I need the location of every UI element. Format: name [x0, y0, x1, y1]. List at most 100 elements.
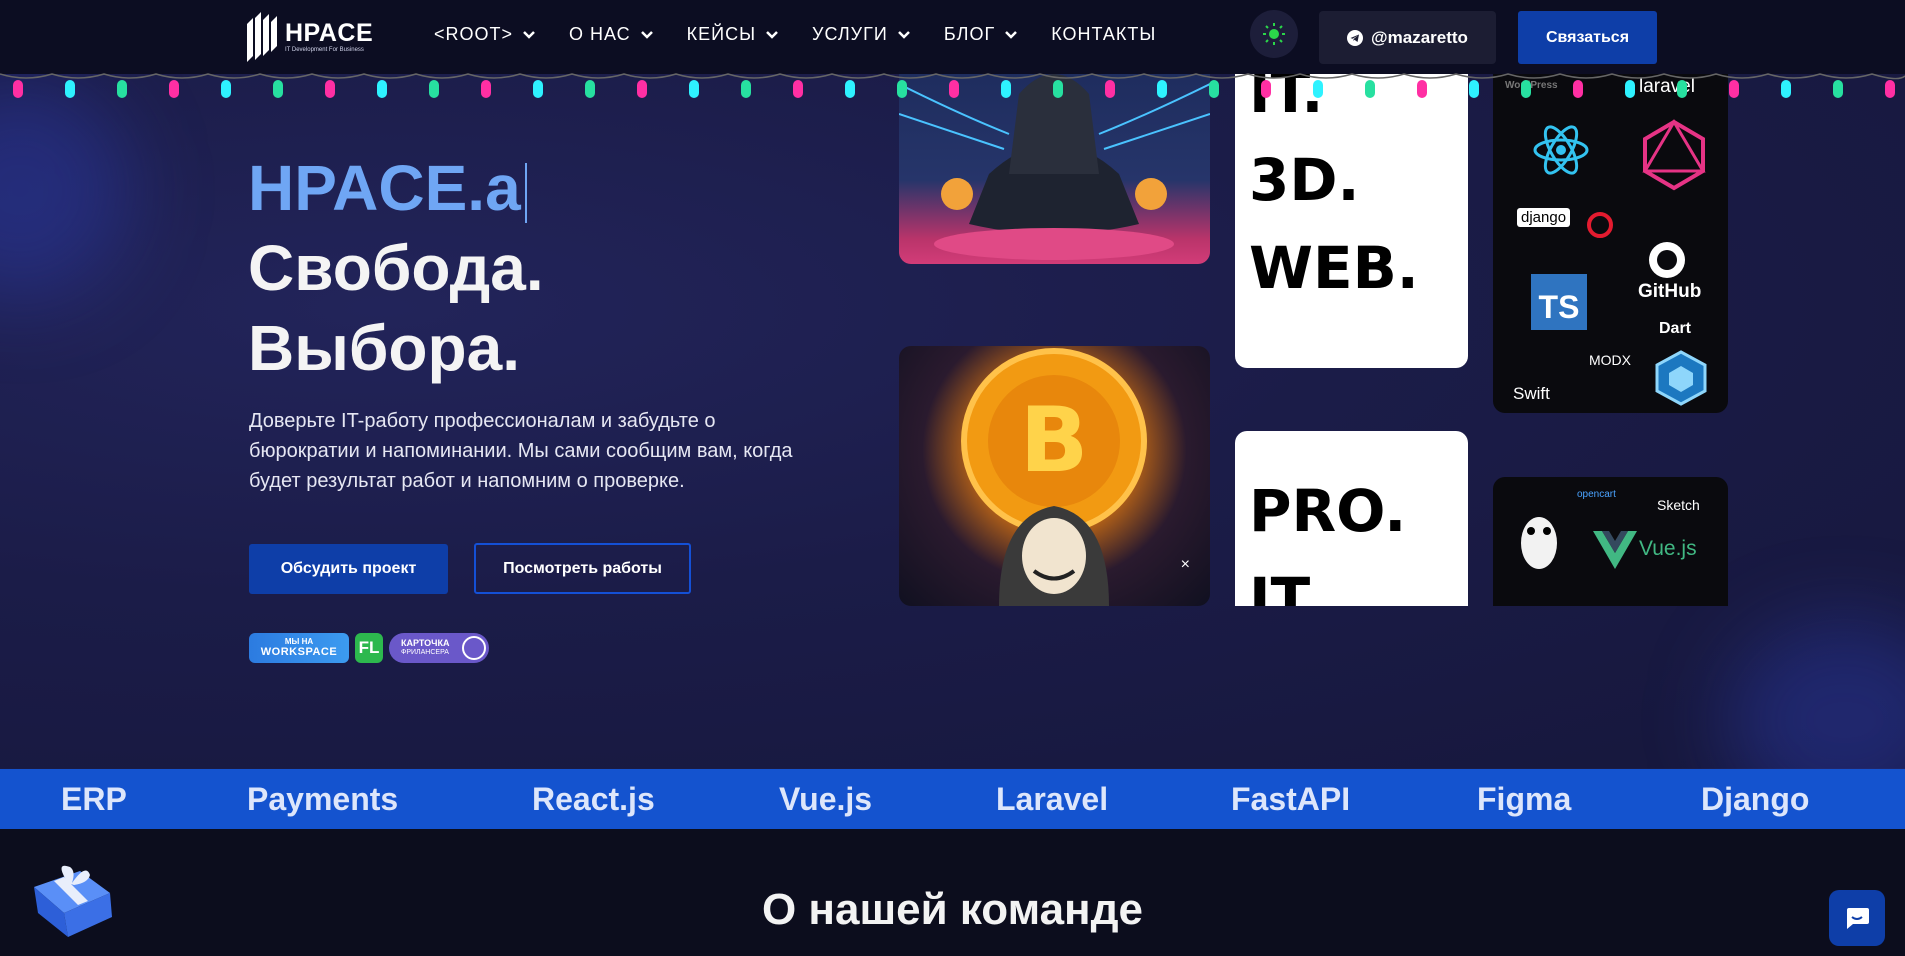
dart-logo: Dart [1659, 320, 1692, 337]
ticker-item: ERP [61, 781, 127, 817]
ticker-item: Vue.js [779, 781, 873, 817]
garland-bulb [325, 80, 335, 98]
garland-bulb [1209, 80, 1219, 98]
nav-item-label: КЕЙСЫ [686, 24, 757, 44]
svg-text:B: B [1020, 388, 1089, 493]
tech-stack-tile-2: opencart Sketch Vue.js [1493, 477, 1728, 606]
graphql-icon [1642, 119, 1706, 191]
garland-bulb [897, 80, 907, 98]
garland-bulb [533, 80, 543, 98]
garland-bulb [1157, 80, 1167, 98]
freelancer-card-badge[interactable]: КАРТОЧКА ФРИЛАНСЕРА [389, 633, 489, 663]
hero-description: Доверьте IT-работу профессионалам и забу… [249, 410, 793, 492]
debian-icon [1587, 212, 1613, 238]
close-icon[interactable]: × [1181, 556, 1190, 574]
hero-title: HPACE.a Свобода. Выбора. [248, 148, 544, 388]
swift-logo: Swift [1513, 384, 1550, 403]
garland-bulb [1833, 80, 1843, 98]
nav-item-blog[interactable]: БЛОГ [943, 24, 1018, 45]
logo[interactable]: HPACE IT Development For Business [245, 10, 373, 62]
garland-bulb [689, 80, 699, 98]
nav-item-label: БЛОГ [943, 24, 996, 44]
garland-bulb [1573, 80, 1583, 98]
platform-badges: МЫ НА WORKSPACE FL КАРТОЧКА ФРИЛАНСЕРА [249, 633, 489, 663]
garland-bulb [585, 80, 595, 98]
telegram-icon [1347, 29, 1364, 46]
check-circle-icon [462, 636, 486, 660]
garland-bulb [1469, 80, 1479, 98]
garland-bulb [1781, 80, 1791, 98]
tech-stack-tile: WordPress laravel django GitHub TS Dart … [1493, 74, 1728, 413]
hero-typed-text: HPACE.a [248, 148, 544, 228]
garland-bulb [221, 80, 231, 98]
garland-bulb [1677, 80, 1687, 98]
ticker-item: Figma [1477, 781, 1572, 817]
logo-mark-icon [247, 12, 277, 62]
workspace-badge-main: WORKSPACE [260, 646, 338, 658]
fl-badge[interactable]: FL [355, 633, 383, 663]
pro-it-tile: PRO. IT. [1235, 431, 1468, 606]
garland-bulb [793, 80, 803, 98]
technology-ticker: ERP Payments React.js Vue.js Laravel Fas… [0, 769, 1905, 829]
workspace-badge[interactable]: МЫ НА WORKSPACE [249, 633, 349, 663]
telegram-button[interactable]: @mazaretto [1319, 11, 1496, 64]
garland-bulb [1105, 80, 1115, 98]
garland-bulb [1365, 80, 1375, 98]
chevron-down-icon [897, 30, 910, 39]
site-header: HPACE IT Development For Business <ROOT>… [0, 0, 1905, 74]
gift-icon[interactable] [24, 853, 116, 939]
garland-bulb [1417, 80, 1427, 98]
about-section: О нашей команде [0, 829, 1905, 956]
discuss-project-button[interactable]: Обсудить проект [249, 544, 448, 594]
chevron-down-icon [640, 30, 653, 39]
hero-gallery: B × IT. 3D. WEB. PRO. IT. WordPress lara… [898, 74, 1728, 606]
garland-bulb [1625, 80, 1635, 98]
garland-bulb [377, 80, 387, 98]
nav-item-root[interactable]: <ROOT> [434, 24, 535, 45]
nav-item-contacts[interactable]: КОНТАКТЫ [1051, 24, 1156, 45]
contact-button[interactable]: Связаться [1518, 11, 1657, 64]
garland-bulb [637, 80, 647, 98]
theme-toggle-button[interactable] [1250, 10, 1298, 58]
it-3d-web-tile: IT. 3D. WEB. [1235, 74, 1468, 368]
sun-icon [1263, 23, 1285, 45]
garland-bulb [1885, 80, 1895, 98]
workspace-badge-top: МЫ НА [284, 637, 314, 646]
nav-item-label: О НАС [569, 24, 631, 44]
ticker-item: Django [1701, 781, 1810, 817]
view-works-button[interactable]: Посмотреть работы [474, 543, 691, 594]
nav-item-cases[interactable]: КЕЙСЫ [687, 24, 778, 45]
nav-item-services[interactable]: УСЛУГИ [812, 24, 910, 45]
opencart-logo: opencart [1577, 489, 1616, 500]
chevron-down-icon [523, 30, 535, 39]
telegram-label: @mazaretto [1371, 27, 1468, 47]
react-icon [1533, 125, 1589, 175]
ticker-item: React.js [532, 781, 655, 817]
chat-button[interactable] [1829, 890, 1885, 946]
garland-bulb [1313, 80, 1323, 98]
garland-bulb [481, 80, 491, 98]
chevron-down-icon [1005, 30, 1018, 39]
garland-bulb [169, 80, 179, 98]
logo-name: HPACE [285, 19, 374, 47]
typescript-logo: TS [1531, 274, 1587, 330]
nav-item-about[interactable]: О НАС [569, 24, 653, 45]
main-nav: <ROOT> О НАС КЕЙСЫ УСЛУГИ БЛОГ КОНТАКТЫ [434, 24, 1190, 45]
garland-bulb [13, 80, 23, 98]
nav-item-label: КОНТАКТЫ [1051, 24, 1157, 44]
garland-bulb [117, 80, 127, 98]
ticker-item: Payments [247, 781, 399, 817]
chevron-down-icon [766, 30, 778, 39]
garland-bulb [845, 80, 855, 98]
nav-item-label: <ROOT> [434, 24, 514, 44]
tile-text-line: PRO. [1249, 477, 1407, 545]
hero-line-3: Выбора. [248, 312, 520, 384]
garland-lights [0, 73, 1905, 98]
about-title: О нашей команде [761, 885, 1144, 934]
tile-text-line: IT. [1249, 565, 1324, 606]
go-gopher-icon [1521, 517, 1557, 569]
ticker-item: FastAPI [1231, 781, 1351, 817]
logo-tagline: IT Development For Business [285, 47, 364, 53]
vue-icon [1593, 531, 1637, 569]
nav-item-label: УСЛУГИ [812, 24, 888, 44]
